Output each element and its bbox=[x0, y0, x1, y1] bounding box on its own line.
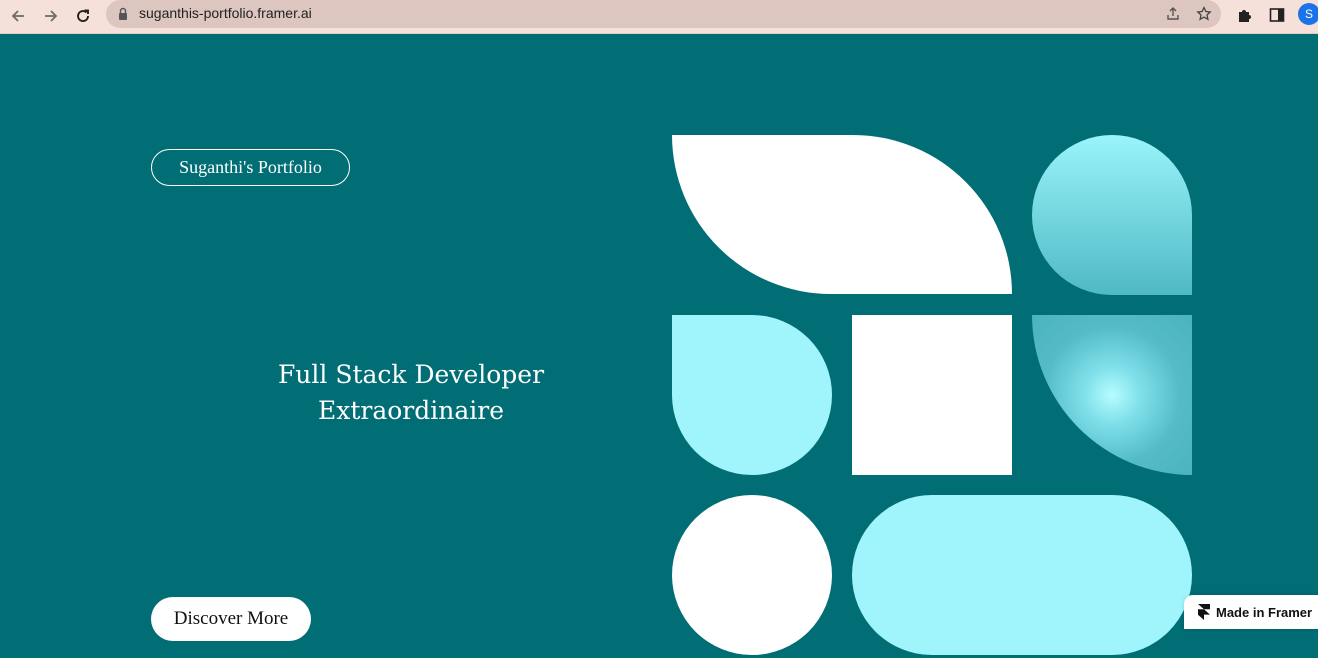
url-text[interactable]: suganthis-portfolio.framer.ai bbox=[139, 5, 312, 21]
reload-icon bbox=[77, 9, 89, 22]
profile-avatar[interactable]: S bbox=[1298, 3, 1318, 25]
share-button[interactable] bbox=[1163, 4, 1183, 24]
arrow-left-icon bbox=[11, 10, 24, 22]
headline-line-2: Extraordinaire bbox=[318, 396, 504, 425]
bookmark-button[interactable] bbox=[1194, 4, 1214, 24]
teardrop-cyan-shape bbox=[672, 315, 832, 475]
headline-line-1: Full Stack Developer bbox=[277, 360, 545, 389]
address-bar[interactable]: suganthis-portfolio.framer.ai bbox=[106, 0, 1221, 28]
star-icon bbox=[1196, 6, 1212, 21]
discover-more-button[interactable]: Discover More bbox=[151, 597, 311, 641]
made-in-framer-badge[interactable]: Made in Framer bbox=[1184, 595, 1318, 629]
badge-label: Made in Framer bbox=[1216, 604, 1313, 620]
leaf-shape bbox=[672, 135, 1012, 294]
arrow-right-icon bbox=[45, 10, 58, 22]
reload-button[interactable] bbox=[70, 3, 96, 29]
hero-headline: Full Stack Developer Extraordinaire bbox=[250, 357, 572, 429]
teardrop-gradient-shape bbox=[1032, 135, 1192, 295]
side-panel-icon bbox=[1269, 8, 1285, 22]
forward-button[interactable] bbox=[38, 3, 64, 29]
quarter-circle-shape bbox=[1032, 315, 1192, 475]
puzzle-icon bbox=[1239, 10, 1251, 22]
side-panel-button[interactable] bbox=[1266, 4, 1288, 26]
portfolio-title-pill[interactable]: Suganthi's Portfolio bbox=[151, 149, 350, 186]
framer-logo-icon bbox=[1198, 604, 1210, 620]
hero-section: Suganthi's Portfolio Full Stack Develope… bbox=[0, 35, 1318, 658]
back-button[interactable] bbox=[5, 3, 31, 29]
share-icon bbox=[1167, 7, 1179, 20]
browser-toolbar: suganthis-portfolio.framer.ai S bbox=[0, 0, 1318, 34]
capsule-shape bbox=[852, 495, 1192, 655]
lock-icon bbox=[119, 7, 127, 20]
square-shape bbox=[852, 315, 1012, 475]
circle-shape bbox=[672, 495, 832, 655]
extensions-button[interactable] bbox=[1234, 4, 1256, 26]
